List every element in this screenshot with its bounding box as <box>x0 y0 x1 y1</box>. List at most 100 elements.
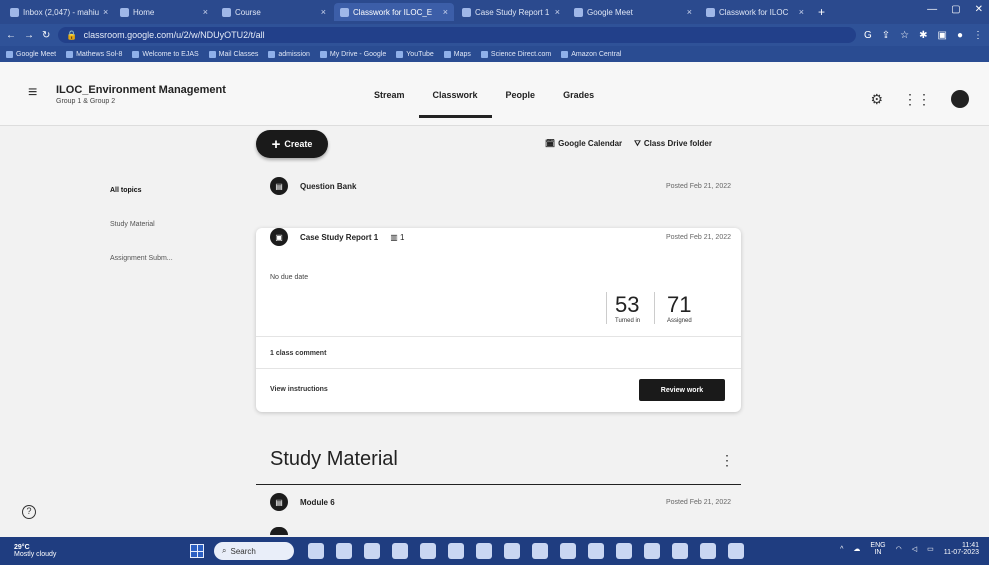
taskbar-app-icon[interactable] <box>560 543 576 559</box>
cloud-icon[interactable]: ☁ <box>853 545 860 553</box>
browser-tab[interactable]: Case Study Report 1 × <box>456 3 566 21</box>
taskbar-app-icon[interactable] <box>308 543 324 559</box>
calendar-icon: 🗓 <box>545 139 556 148</box>
battery-icon[interactable]: ▭ <box>927 545 934 553</box>
taskbar-app-icon[interactable] <box>448 543 464 559</box>
taskbar-app-icon[interactable] <box>420 543 436 559</box>
close-icon[interactable]: × <box>687 7 692 17</box>
tab-people[interactable]: People <box>492 90 550 118</box>
classwork-item-partial[interactable] <box>270 527 288 535</box>
classwork-item-case-study[interactable]: ▣ Case Study Report 1 ▥ 1 <box>270 228 404 246</box>
profile-icon[interactable]: ● <box>957 30 963 41</box>
hamburger-menu-icon[interactable]: ≡ <box>28 84 37 102</box>
taskbar-app-icon[interactable] <box>700 543 716 559</box>
taskbar-app-icon[interactable] <box>616 543 632 559</box>
topic-study-material[interactable]: Study Material <box>110 208 173 242</box>
chevron-up-icon[interactable]: ^ <box>840 546 843 553</box>
taskbar-search[interactable]: ⌕ Search <box>214 542 294 560</box>
bookmark[interactable]: Amazon Central <box>561 50 621 58</box>
review-work-button[interactable]: Review work <box>639 379 725 401</box>
clock[interactable]: 11:41 11-07-2023 <box>944 542 979 556</box>
topic-all[interactable]: All topics <box>110 174 173 208</box>
tab-classwork[interactable]: Classwork <box>418 90 492 118</box>
browser-tab[interactable]: Course × <box>216 3 332 21</box>
taskbar-app-icon[interactable] <box>532 543 548 559</box>
restore-icon[interactable]: ▢ <box>951 4 960 15</box>
close-icon[interactable]: × <box>443 7 448 17</box>
sidepanel-icon[interactable]: ▣ <box>938 30 947 41</box>
close-icon[interactable]: × <box>321 7 326 17</box>
taskbar-app-icon[interactable] <box>336 543 352 559</box>
back-icon[interactable]: ← <box>6 30 16 41</box>
weather-widget[interactable]: 29°C Mostly cloudy <box>0 544 180 558</box>
browser-tab-active[interactable]: Classwork for ILOC_E × <box>334 3 454 21</box>
close-icon[interactable]: × <box>103 7 108 17</box>
google-calendar-link[interactable]: 🗓 Google Calendar <box>545 139 622 149</box>
apps-grid-icon[interactable]: ⋮⋮ <box>903 91 931 108</box>
language-indicator[interactable]: ENG IN <box>870 542 885 556</box>
taskbar-app-icon[interactable] <box>504 543 520 559</box>
topic-assignment-submission[interactable]: Assignment Subm... <box>110 242 173 276</box>
bookmark[interactable]: Mail Classes <box>208 50 258 58</box>
taskbar-app-icon[interactable] <box>476 543 492 559</box>
taskbar: 29°C Mostly cloudy ⌕ Search ^ ☁ ENG IN ◠… <box>0 537 989 565</box>
bookmark[interactable]: admission <box>268 50 310 58</box>
taskbar-app-icon[interactable] <box>728 543 744 559</box>
taskbar-app-icon[interactable] <box>588 543 604 559</box>
taskbar-app-icon[interactable] <box>672 543 688 559</box>
window-controls: — ▢ ✕ <box>927 4 983 15</box>
class-comment-link[interactable]: 1 class comment <box>270 350 326 357</box>
more-icon[interactable]: ⋮ <box>973 30 983 41</box>
url-field[interactable]: 🔒 classroom.google.com/u/2/w/NDUyOTU2/t/… <box>58 27 856 43</box>
taskbar-app-icon[interactable] <box>364 543 380 559</box>
turned-in-stat[interactable]: 53 Turned in <box>606 292 654 324</box>
submission-stats: 53 Turned in 71 Assigned <box>606 292 702 324</box>
minimize-icon[interactable]: — <box>927 4 937 15</box>
star-icon[interactable]: ☆ <box>900 30 909 41</box>
posted-date: Posted Feb 21, 2022 <box>666 499 731 506</box>
wifi-icon[interactable]: ◠ <box>896 545 902 553</box>
avatar[interactable] <box>951 90 969 108</box>
material-icon <box>270 527 288 535</box>
bookmark[interactable]: Welcome to EJAS <box>132 50 199 58</box>
bookmark[interactable]: YouTube <box>396 50 434 58</box>
browser-tab[interactable]: Classwork for ILOC × <box>700 3 810 21</box>
bookmark[interactable]: Maps <box>443 50 471 58</box>
bookmark[interactable]: Google Meet <box>6 50 56 58</box>
class-title[interactable]: ILOC_Environment Management <box>56 84 226 96</box>
more-options-icon[interactable]: ⋮ <box>720 452 734 469</box>
extensions-icon[interactable]: ✱ <box>919 30 927 41</box>
bookmark[interactable]: Mathews Sol-8 <box>66 50 122 58</box>
settings-gear-icon[interactable]: ⚙ <box>870 91 883 108</box>
taskbar-app-icon[interactable] <box>644 543 660 559</box>
bookmark-icon <box>319 50 327 58</box>
close-window-icon[interactable]: ✕ <box>975 4 983 15</box>
share-icon[interactable]: ⇪ <box>882 30 890 41</box>
close-icon[interactable]: × <box>799 7 804 17</box>
browser-tab[interactable]: Home × <box>114 3 214 21</box>
tab-grades[interactable]: Grades <box>549 90 608 118</box>
bookmark-icon <box>66 50 74 58</box>
classwork-item-question-bank[interactable]: ▤ Question Bank <box>270 177 356 195</box>
bookmark[interactable]: Science Direct.com <box>480 50 551 58</box>
close-icon[interactable]: × <box>555 7 560 17</box>
help-icon[interactable]: ? <box>22 505 36 519</box>
class-drive-folder-link[interactable]: ⛛ Class Drive folder <box>634 139 712 149</box>
new-tab-button[interactable]: + <box>812 5 831 19</box>
forward-icon[interactable]: → <box>24 30 34 41</box>
google-lens-icon[interactable]: G <box>864 30 872 41</box>
browser-tab[interactable]: Inbox (2,047) - mahiu × <box>4 3 112 21</box>
assigned-stat[interactable]: 71 Assigned <box>654 292 702 324</box>
volume-icon[interactable]: ◁ <box>912 545 917 553</box>
browser-tab[interactable]: Google Meet × <box>568 3 698 21</box>
windows-start-icon[interactable] <box>190 544 204 558</box>
classwork-item-module[interactable]: ▤ Module 6 <box>270 493 335 511</box>
reload-icon[interactable]: ↻ <box>42 30 50 41</box>
classroom-header: ≡ ILOC_Environment Management Group 1 & … <box>0 62 989 126</box>
create-button[interactable]: + Create <box>256 130 328 158</box>
taskbar-app-icon[interactable] <box>392 543 408 559</box>
tab-stream[interactable]: Stream <box>360 90 419 118</box>
view-instructions-link[interactable]: View instructions <box>270 386 328 393</box>
bookmark[interactable]: My Drive - Google <box>319 50 386 58</box>
close-icon[interactable]: × <box>203 7 208 17</box>
